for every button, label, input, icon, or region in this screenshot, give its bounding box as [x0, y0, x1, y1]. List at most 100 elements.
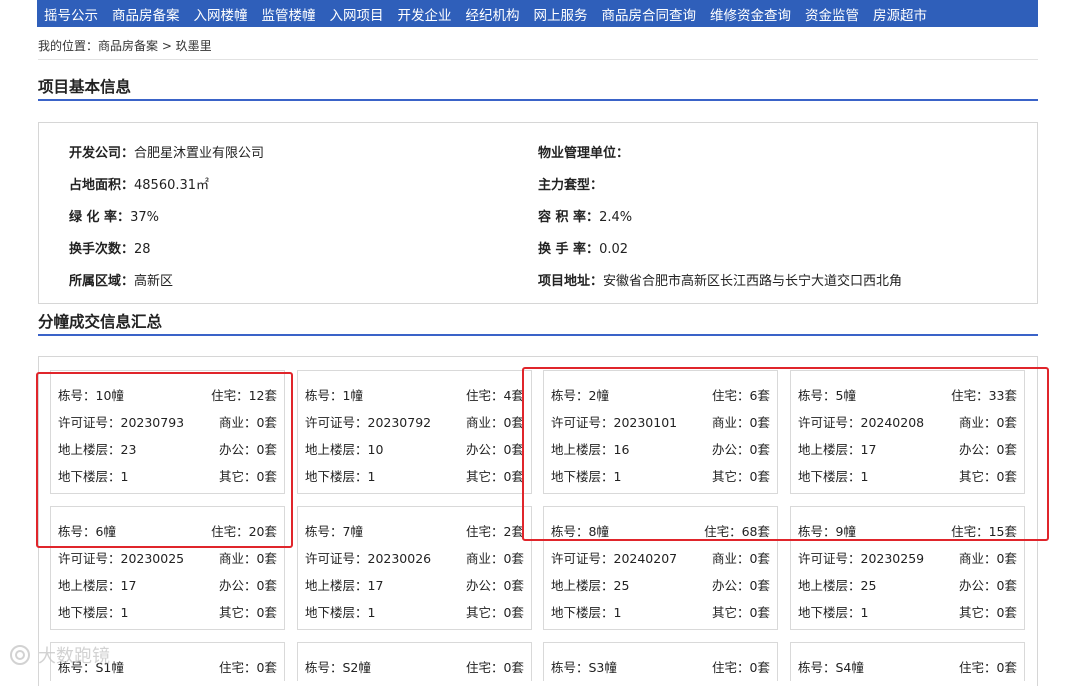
- residential-count: 住宅：2套: [466, 524, 524, 539]
- section-title-summary: 分幢成交信息汇总: [38, 313, 163, 331]
- other-count: 其它：0套: [959, 605, 1017, 620]
- building-card[interactable]: 栋号：9幢 住宅：15套 许可证号：20230259 商业：0套 地上楼层：25 办公…: [790, 506, 1025, 630]
- other-count: 其它：0套: [219, 605, 277, 620]
- info-district: 所属区域：高新区: [69, 274, 174, 289]
- floors-below: 地下楼层：1: [551, 469, 622, 484]
- floors-above: 地上楼层：17: [58, 578, 137, 593]
- commercial-count: 商业：0套: [466, 551, 524, 566]
- watermark: 大数跑镜: [8, 642, 110, 668]
- building-card[interactable]: 栋号：6幢 住宅：20套 许可证号：20230025 商业：0套 地上楼层：17 办公…: [50, 506, 285, 630]
- office-count: 办公：0套: [959, 442, 1017, 457]
- building-card[interactable]: 栋号：7幢 住宅：2套 许可证号：20230026 商业：0套 地上楼层：17 办公：…: [297, 506, 532, 630]
- floors-below: 地下楼层：1: [551, 605, 622, 620]
- nav-item-contract-query[interactable]: 商品房合同查询: [602, 4, 697, 24]
- building-card[interactable]: 栋号：10幢 住宅：12套 许可证号：20230793 商业：0套 地上楼层：23 办…: [50, 370, 285, 494]
- breadcrumb: 我的位置：商品房备案 > 玖墨里: [38, 39, 212, 53]
- office-count: 办公：0套: [959, 578, 1017, 593]
- office-count: 办公：0套: [466, 442, 524, 457]
- building-number: 栋号：6幢: [58, 524, 116, 539]
- residential-count: 住宅：0套: [219, 660, 277, 675]
- building-card[interactable]: 栋号：S4幢 住宅：0套: [790, 642, 1025, 681]
- floors-below: 地下楼层：1: [305, 605, 376, 620]
- nav-item-net-buildings[interactable]: 入网楼幢: [194, 4, 248, 24]
- info-land-area: 占地面积：48560.31㎡: [69, 178, 210, 193]
- commercial-count: 商业：0套: [219, 415, 277, 430]
- building-number: 栋号：8幢: [551, 524, 609, 539]
- building-card[interactable]: 栋号：S3幢 住宅：0套: [543, 642, 778, 681]
- floors-above: 地上楼层：17: [305, 578, 384, 593]
- building-number: 栋号：S3幢: [551, 660, 617, 675]
- nav-item-agencies[interactable]: 经纪机构: [466, 4, 520, 24]
- nav-item-maintenance-fund[interactable]: 维修资金查询: [710, 4, 791, 24]
- permit-number: 许可证号：20240207: [551, 551, 678, 566]
- floors-below: 地下楼层：1: [58, 469, 129, 484]
- residential-count: 住宅：6套: [712, 388, 770, 403]
- building-number: 栋号：2幢: [551, 388, 609, 403]
- other-count: 其它：0套: [219, 469, 277, 484]
- office-count: 办公：0套: [712, 442, 770, 457]
- floors-above: 地上楼层：25: [798, 578, 877, 593]
- office-count: 办公：0套: [712, 578, 770, 593]
- office-count: 办公：0套: [219, 442, 277, 457]
- nav-item-lottery[interactable]: 摇号公示: [44, 4, 98, 24]
- permit-number: 许可证号：20230259: [798, 551, 925, 566]
- floors-below: 地下楼层：1: [305, 469, 376, 484]
- divider: [38, 59, 1038, 60]
- building-number: 栋号：9幢: [798, 524, 856, 539]
- watermark-text: 大数跑镜: [38, 646, 110, 667]
- info-main-unit-type: 主力套型：: [538, 178, 604, 193]
- info-plot-ratio: 容 积 率：2.4%: [538, 210, 633, 225]
- commercial-count: 商业：0套: [959, 551, 1017, 566]
- floors-below: 地下楼层：1: [798, 605, 869, 620]
- commercial-count: 商业：0套: [712, 415, 770, 430]
- watermark-logo-icon: [10, 645, 30, 665]
- floors-above: 地上楼层：16: [551, 442, 630, 457]
- office-count: 办公：0套: [219, 578, 277, 593]
- building-number: 栋号：10幢: [58, 388, 124, 403]
- permit-number: 许可证号：20230101: [551, 415, 678, 430]
- nav-item-developers[interactable]: 开发企业: [398, 4, 452, 24]
- info-developer: 开发公司：合肥星沐置业有限公司: [69, 146, 265, 161]
- residential-count: 住宅：33套: [951, 388, 1017, 403]
- floors-below: 地下楼层：1: [798, 469, 869, 484]
- building-number: 栋号：S2幢: [305, 660, 371, 675]
- info-turnover-count: 换手次数：28: [69, 242, 151, 257]
- section-title-basic: 项目基本信息: [38, 78, 132, 96]
- nav-item-supervised-buildings[interactable]: 监管楼幢: [262, 4, 316, 24]
- floors-above: 地上楼层：10: [305, 442, 384, 457]
- nav-item-filing[interactable]: 商品房备案: [112, 4, 180, 24]
- info-turnover-rate: 换 手 率：0.02: [538, 242, 629, 257]
- nav-item-net-projects[interactable]: 入网项目: [330, 4, 384, 24]
- residential-count: 住宅：68套: [704, 524, 770, 539]
- permit-number: 许可证号：20230792: [305, 415, 432, 430]
- nav-item-housing-market[interactable]: 房源超市: [873, 4, 927, 24]
- info-green-rate: 绿 化 率：37%: [69, 210, 159, 225]
- building-card[interactable]: 栋号：2幢 住宅：6套 许可证号：20230101 商业：0套 地上楼层：16 办公：…: [543, 370, 778, 494]
- residential-count: 住宅：0套: [712, 660, 770, 675]
- floors-below: 地下楼层：1: [58, 605, 129, 620]
- building-card[interactable]: 栋号：S2幢 住宅：0套: [297, 642, 532, 681]
- section-underline: [38, 99, 1038, 101]
- building-card[interactable]: 栋号：1幢 住宅：4套 许可证号：20230792 商业：0套 地上楼层：10 办公：…: [297, 370, 532, 494]
- building-card[interactable]: 栋号：8幢 住宅：68套 许可证号：20240207 商业：0套 地上楼层：25 办公…: [543, 506, 778, 630]
- residential-count: 住宅：15套: [951, 524, 1017, 539]
- other-count: 其它：0套: [959, 469, 1017, 484]
- permit-number: 许可证号：20240208: [798, 415, 925, 430]
- floors-above: 地上楼层：17: [798, 442, 877, 457]
- residential-count: 住宅：20套: [211, 524, 277, 539]
- permit-number: 许可证号：20230026: [305, 551, 432, 566]
- floors-above: 地上楼层：23: [58, 442, 137, 457]
- commercial-count: 商业：0套: [959, 415, 1017, 430]
- building-number: 栋号：5幢: [798, 388, 856, 403]
- nav-item-online-service[interactable]: 网上服务: [534, 4, 588, 24]
- nav-item-fund-supervision[interactable]: 资金监管: [805, 4, 859, 24]
- building-number: 栋号：S4幢: [798, 660, 864, 675]
- floors-above: 地上楼层：25: [551, 578, 630, 593]
- residential-count: 住宅：4套: [466, 388, 524, 403]
- commercial-count: 商业：0套: [712, 551, 770, 566]
- top-nav: 摇号公示 商品房备案 入网楼幢 监管楼幢 入网项目 开发企业 经纪机构 网上服务…: [37, 0, 1038, 27]
- residential-count: 住宅：0套: [466, 660, 524, 675]
- building-card[interactable]: 栋号：5幢 住宅：33套 许可证号：20240208 商业：0套 地上楼层：17 办公…: [790, 370, 1025, 494]
- other-count: 其它：0套: [712, 469, 770, 484]
- permit-number: 许可证号：20230025: [58, 551, 185, 566]
